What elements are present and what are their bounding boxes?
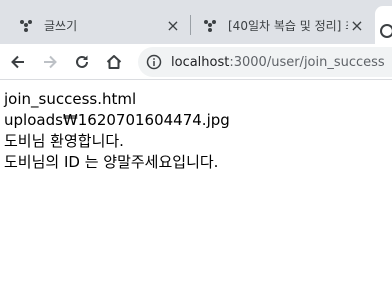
tab-strip: 글쓰기 × [40일차 복습 및 정리] 최적화, 오류처리 ×: [0, 0, 392, 44]
reload-button[interactable]: [68, 48, 96, 76]
user-id-message: 도비님의 ID 는 양말주세요입니다.: [4, 153, 219, 171]
trello-logo-icon: [204, 20, 216, 32]
trello-logo-icon: [20, 20, 32, 32]
welcome-message: 도비님 환영합니다.: [4, 132, 124, 150]
tab-active[interactable]: [375, 6, 392, 44]
home-icon: [106, 55, 122, 69]
template-filename: join_success.html: [4, 90, 137, 108]
tab-review[interactable]: [40일차 복습 및 정리] 최적화, 오류처리 ×: [190, 6, 374, 44]
tab-title: [40일차 복습 및 정리] 최적화, 오류처리: [228, 18, 348, 33]
url-path: :3000/user/join_success: [229, 54, 385, 70]
upload-path: uploads₩1620701604474.jpg: [4, 111, 230, 129]
browser-toolbar: localhost:3000/user/join_success: [0, 44, 392, 80]
back-button[interactable]: [4, 48, 32, 76]
tab-write[interactable]: 글쓰기 ×: [0, 6, 190, 44]
back-arrow-icon: [11, 55, 24, 69]
tab-title: 글쓰기: [44, 18, 78, 33]
page-content: join_success.html uploads₩1620701604474.…: [4, 89, 230, 173]
url-host: localhost: [171, 54, 230, 70]
home-button[interactable]: [100, 48, 128, 76]
forward-button[interactable]: [36, 48, 64, 76]
forward-arrow-icon: [44, 55, 57, 69]
reload-icon: [76, 55, 88, 68]
close-tab-icon[interactable]: ×: [348, 16, 366, 35]
close-tab-icon[interactable]: ×: [164, 16, 182, 35]
circle-favicon-icon: [380, 23, 392, 38]
info-icon[interactable]: [146, 54, 162, 70]
address-bar[interactable]: localhost:3000/user/join_success: [138, 47, 392, 77]
